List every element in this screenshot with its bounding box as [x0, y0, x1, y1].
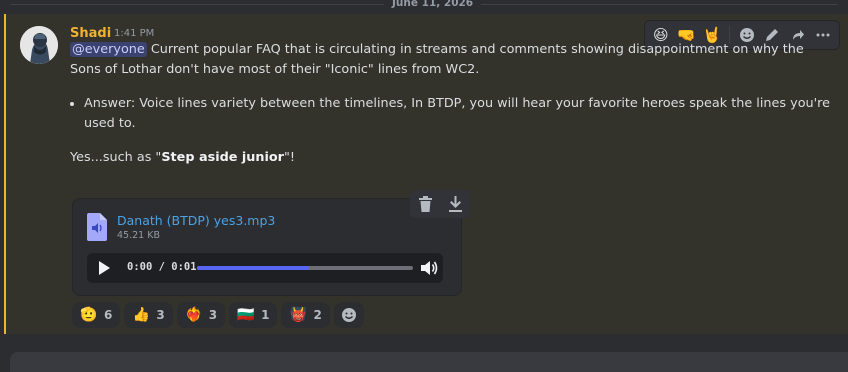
progress-fill [197, 266, 310, 270]
reaction-thumbs-up[interactable]: 👍 3 [124, 302, 173, 328]
progress-track[interactable] [197, 266, 413, 270]
reaction-ogre[interactable]: 👹 2 [281, 302, 330, 328]
audio-file-icon [87, 213, 107, 241]
reaction-emoji: 👹 [289, 307, 308, 323]
timestamp[interactable]: 1:41 PM [114, 28, 154, 39]
answer-item: Answer: Voice lines variety between the … [84, 94, 830, 134]
playback-time: 0:00 / 0:01 [127, 261, 197, 273]
username[interactable]: Shadi [70, 26, 111, 41]
date-divider: June 11, 2026 [0, 0, 848, 9]
quote-prefix: Yes...such as " [70, 150, 162, 165]
reaction-emoji: 🫡 [80, 307, 98, 323]
paragraph-text: Current popular FAQ that is circulating … [70, 42, 804, 77]
add-reaction-icon [341, 308, 356, 322]
message-content: @everyone Current popular FAQ that is ci… [70, 40, 830, 168]
quote-bold: Step aside junior [161, 150, 284, 165]
message[interactable]: Shadi 1:41 PM 😆 🤜 🤘 @everyone Current po… [4, 14, 848, 334]
volume-icon[interactable] [419, 258, 439, 278]
reaction-flag[interactable]: 🇧🇬 1 [229, 302, 278, 328]
reaction-count: 2 [313, 308, 322, 322]
avatar[interactable] [20, 26, 58, 64]
answer-list: Answer: Voice lines variety between the … [70, 94, 830, 134]
attachment-actions [410, 190, 470, 218]
reaction-emoji: 🇧🇬 [237, 307, 255, 323]
reaction-count: 6 [104, 308, 113, 322]
play-icon[interactable] [95, 259, 113, 277]
audio-player: 0:00 / 0:01 [87, 253, 443, 283]
reaction-emoji: ❤️‍🔥 [185, 307, 203, 323]
delete-icon[interactable] [415, 194, 435, 214]
message-paragraph-quote: Yes...such as "Step aside junior"! [70, 148, 830, 168]
reaction-count: 1 [261, 308, 270, 322]
reaction-count: 3 [208, 308, 218, 322]
file-name-link[interactable]: Danath (BTDP) yes3.mp3 [117, 213, 275, 228]
file-size: 45.21 KB [117, 230, 160, 241]
quote-suffix: "! [284, 150, 296, 165]
avatar-image [20, 26, 58, 64]
reaction-heart-on-fire[interactable]: ❤️‍🔥 3 [176, 302, 226, 328]
reaction-count: 3 [156, 308, 165, 322]
message-paragraph: @everyone Current popular FAQ that is ci… [70, 40, 830, 80]
reactions-bar: 🫡 6 👍 3 ❤️‍🔥 3 🇧🇬 1 👹 2 [72, 302, 364, 328]
reaction-salute[interactable]: 🫡 6 [72, 302, 121, 328]
reaction-emoji: 👍 [132, 307, 151, 323]
download-icon[interactable] [445, 194, 465, 214]
everyone-mention[interactable]: @everyone [70, 42, 147, 57]
audio-attachment: Danath (BTDP) yes3.mp3 45.21 KB 0:00 / 0… [72, 198, 462, 296]
add-reaction-button[interactable] [333, 302, 364, 328]
message-composer[interactable] [10, 352, 848, 372]
date-label: June 11, 2026 [384, 0, 482, 9]
